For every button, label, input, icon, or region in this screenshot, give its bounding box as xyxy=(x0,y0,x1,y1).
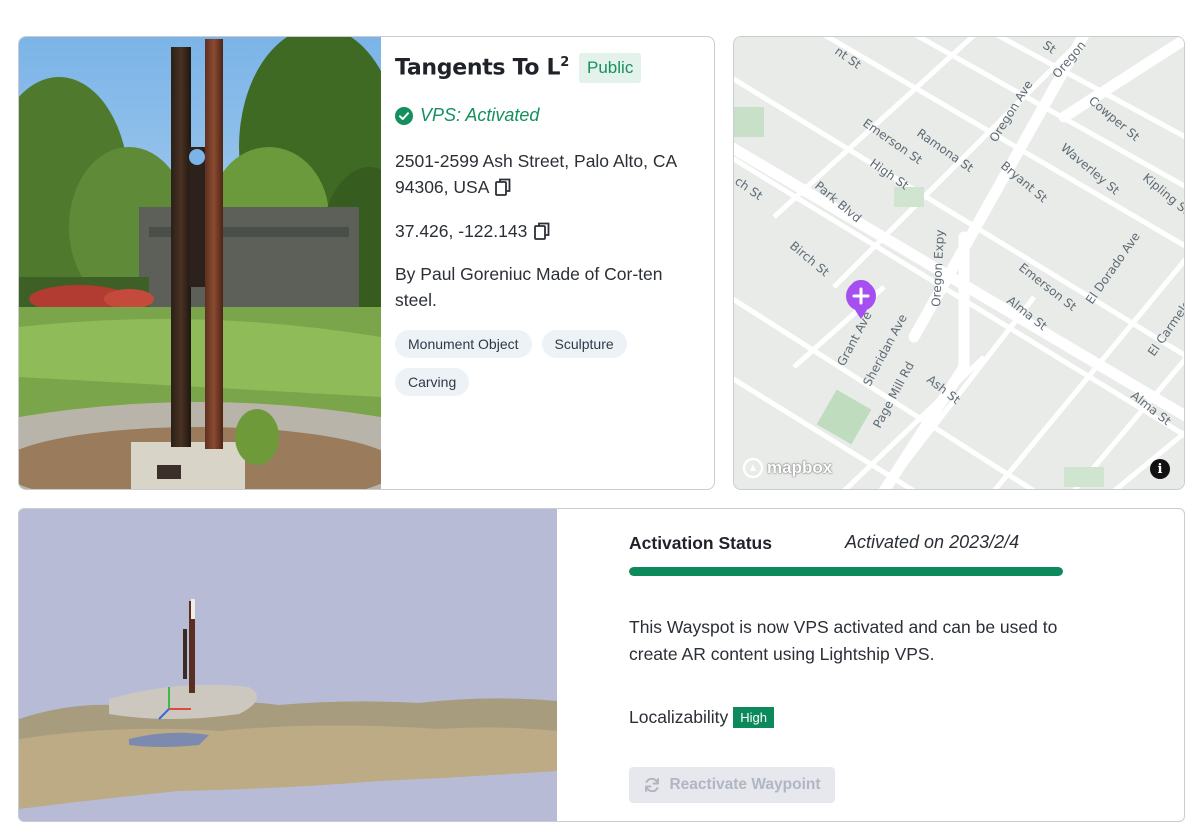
mapbox-icon xyxy=(742,457,764,479)
activation-progress-fill xyxy=(629,567,1063,576)
wayspot-title-text: Tangents To L xyxy=(395,55,561,81)
mapbox-logo[interactable]: mapbox xyxy=(742,457,832,479)
wayspot-description: By Paul Goreniuc Made of Cor-ten steel. xyxy=(395,264,663,310)
wayspot-photo xyxy=(19,37,381,489)
visibility-badge: Public xyxy=(579,53,642,83)
wayspot-details: Tangents To L2 Public VPS: Activated 250… xyxy=(395,37,710,489)
activation-description: This Wayspot is now VPS activated and ca… xyxy=(629,617,1058,664)
localizability-badge: High xyxy=(733,707,774,728)
tag-chip: Sculpture xyxy=(541,330,627,358)
map-canvas[interactable]: nt St Emerson St Ramona St High St ch St… xyxy=(734,37,1185,490)
scan-3d-viewer[interactable] xyxy=(19,509,557,821)
copy-address-icon[interactable] xyxy=(495,177,511,203)
mapbox-label: mapbox xyxy=(767,458,833,477)
address-block: 2501-2599 Ash Street, Palo Alto, CA 9430… xyxy=(395,148,705,203)
refresh-icon xyxy=(645,777,660,793)
location-map[interactable]: nt St Emerson St Ramona St High St ch St… xyxy=(733,36,1185,490)
title-row: Tangents To L2 Public xyxy=(395,53,642,83)
check-circle-icon xyxy=(395,106,413,125)
activation-card: Activation Status Activated on 2023/2/4 … xyxy=(18,508,1185,822)
vps-status-text: VPS: Activated xyxy=(420,105,540,125)
activated-date: Activated on 2023/2/4 xyxy=(845,532,1020,552)
activation-status-panel: Activation Status Activated on 2023/2/4 … xyxy=(629,509,1149,821)
coordinates-block: 37.426, -122.143 xyxy=(395,218,550,247)
map-info-icon[interactable]: i xyxy=(1150,459,1170,479)
wayspot-info-card: Tangents To L2 Public VPS: Activated 250… xyxy=(18,36,715,490)
tag-chip: Monument Object xyxy=(395,330,532,358)
wayspot-title: Tangents To L2 xyxy=(395,55,569,80)
wayspot-title-superscript: 2 xyxy=(560,55,570,71)
copy-coordinates-icon[interactable] xyxy=(534,221,550,247)
activation-status-label: Activation Status xyxy=(629,533,772,553)
tag-chip: Carving xyxy=(395,368,470,396)
reactivate-label: Reactivate Waypoint xyxy=(669,776,821,793)
activation-progress-bar xyxy=(629,567,1063,576)
reactivate-waypoint-button[interactable]: Reactivate Waypoint xyxy=(629,767,835,803)
coordinates-text: 37.426, -122.143 xyxy=(395,221,528,241)
address-text: 2501-2599 Ash Street, Palo Alto, CA 9430… xyxy=(395,151,677,197)
localizability-label: Localizability xyxy=(629,707,729,727)
tag-list: Monument Object Sculpture Carving xyxy=(395,330,695,396)
vps-status-row: VPS: Activated xyxy=(395,105,539,126)
localizability-row: Localizability High xyxy=(629,707,774,728)
